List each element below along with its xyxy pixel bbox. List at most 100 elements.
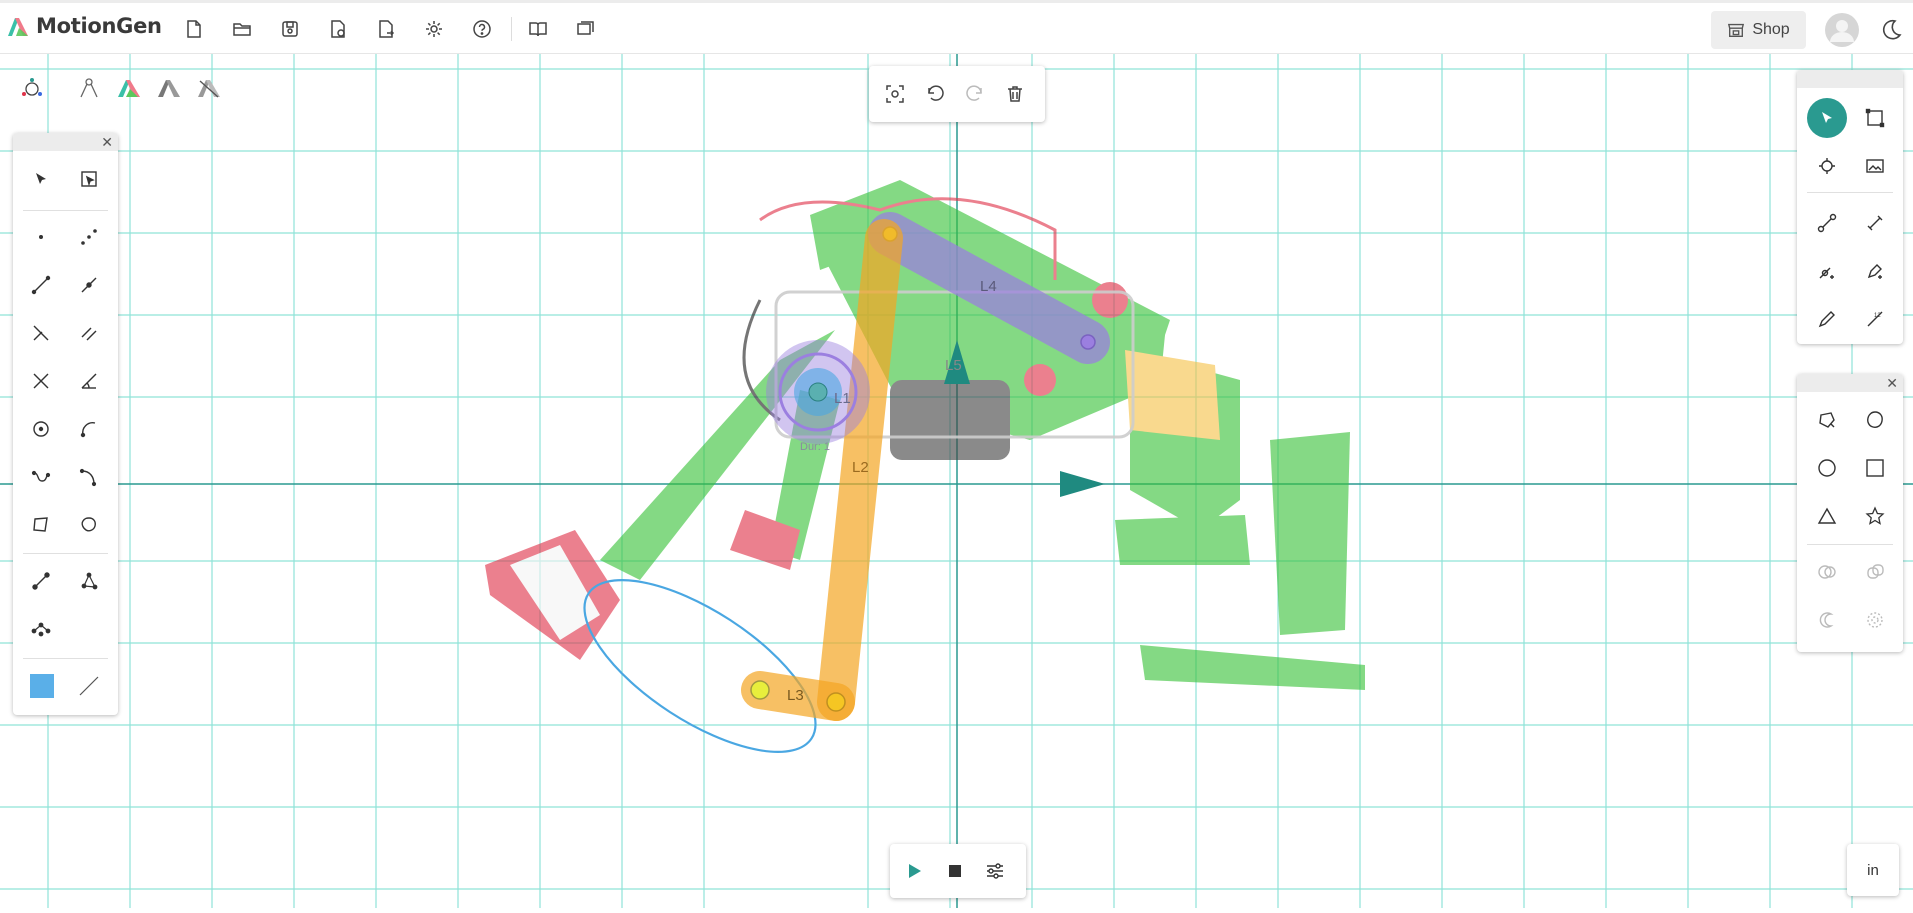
avatar[interactable]: [1824, 12, 1860, 48]
label-l5: L5: [945, 357, 962, 374]
point-icon: [39, 235, 43, 239]
boolean-union-tool[interactable]: [1811, 556, 1843, 588]
perpendicular-tool[interactable]: [25, 317, 57, 349]
settings-button[interactable]: [420, 15, 448, 43]
edit-image-tool[interactable]: [1811, 150, 1843, 182]
animation-settings-button[interactable]: [979, 855, 1011, 887]
curve-tool[interactable]: [25, 461, 57, 493]
boolean-subtract-tool[interactable]: [1859, 556, 1891, 588]
select-box-icon: [1865, 108, 1885, 128]
help-button[interactable]: [468, 15, 496, 43]
polygon-tool[interactable]: [25, 509, 57, 541]
close-icon[interactable]: ✕: [1886, 375, 1898, 391]
add-pen-tool[interactable]: [1859, 255, 1891, 287]
app-logo[interactable]: MotionGen: [6, 14, 162, 38]
panel-header[interactable]: ✕: [1797, 374, 1903, 392]
circle-tool[interactable]: [25, 413, 57, 445]
edit-image-icon: [1819, 158, 1835, 174]
line-through-point-tool[interactable]: [73, 269, 105, 301]
select-tool[interactable]: [25, 163, 57, 195]
undo-button[interactable]: [919, 78, 951, 110]
shop-button[interactable]: Shop: [1711, 11, 1806, 49]
coupler-curve[interactable]: [559, 547, 842, 784]
design-canvas[interactable]: L1 L2 L3 L4 L5 Dur: 1: [0, 54, 1913, 908]
motiongen-logo-icon: [8, 18, 28, 36]
image-layer-icon[interactable]: [156, 77, 182, 99]
open-folder-button[interactable]: [228, 15, 256, 43]
delete-button[interactable]: [999, 78, 1031, 110]
select-box-icon: [81, 171, 97, 187]
app-title: MotionGen: [36, 14, 162, 38]
blob-tool[interactable]: [1859, 404, 1891, 436]
boolean-union-icon: [1818, 565, 1836, 579]
select-tool[interactable]: [1807, 98, 1847, 138]
closed-curve-tool[interactable]: [73, 509, 105, 541]
pen-tool[interactable]: [1811, 303, 1843, 335]
fit-view-button[interactable]: [879, 78, 911, 110]
pentagon-tool[interactable]: [1811, 404, 1843, 436]
canvas-svg[interactable]: [0, 54, 1913, 908]
save-as-button[interactable]: [324, 15, 352, 43]
arc-tool[interactable]: [73, 413, 105, 445]
redo-button[interactable]: [959, 78, 991, 110]
dark-mode-moon-icon[interactable]: [1878, 17, 1904, 43]
settings-icon: [426, 21, 442, 37]
add-joint-tool[interactable]: [1811, 255, 1843, 287]
line-through-point-icon: [81, 277, 97, 293]
select-box-tool[interactable]: [73, 163, 105, 195]
tutorial-book-icon: [529, 22, 547, 37]
line-tool[interactable]: [25, 269, 57, 301]
gallery-button[interactable]: [572, 15, 600, 43]
intersect-tool[interactable]: [25, 365, 57, 397]
panel-header[interactable]: ✕: [13, 133, 118, 151]
linkage-layer-icon[interactable]: [78, 77, 100, 99]
link-dyad-icon: [32, 572, 50, 590]
axes-toggle-icon[interactable]: [20, 76, 44, 100]
close-icon[interactable]: ✕: [101, 134, 113, 150]
axes: [0, 54, 1913, 908]
fill-color-swatch[interactable]: [26, 670, 58, 702]
boolean-intersect-tool[interactable]: [1811, 604, 1843, 636]
hide-layer-icon[interactable]: [196, 77, 222, 99]
fill-color-box: [30, 674, 54, 698]
angle-tool[interactable]: [73, 365, 105, 397]
shape-layer-icon[interactable]: [116, 77, 142, 99]
select-box-tool[interactable]: [1859, 102, 1891, 134]
stop-button[interactable]: [939, 855, 971, 887]
x-axis-arrow[interactable]: [1060, 471, 1105, 497]
select-arrow-icon: [36, 173, 46, 184]
link-triad-tool[interactable]: [73, 565, 105, 597]
stop-icon: [949, 865, 961, 877]
square-shape-tool[interactable]: [1859, 452, 1891, 484]
export-button[interactable]: [372, 15, 400, 43]
multipoint-tool[interactable]: [73, 221, 105, 253]
boolean-subtract-icon: [1867, 564, 1884, 579]
gallery-icon: [577, 21, 594, 35]
insert-image-tool[interactable]: [1859, 150, 1891, 182]
play-button[interactable]: [898, 855, 930, 887]
boolean-exclude-tool[interactable]: [1859, 604, 1891, 636]
link-slider-tool[interactable]: [1859, 207, 1891, 239]
stroke-style-button[interactable]: [73, 670, 105, 702]
measure-tool[interactable]: 12: [1859, 303, 1891, 335]
chain-tool[interactable]: [25, 613, 57, 645]
intersect-icon: [33, 373, 49, 389]
panel-header[interactable]: [1797, 70, 1903, 88]
units-button[interactable]: in: [1847, 844, 1899, 896]
save-button[interactable]: [276, 15, 304, 43]
delete-icon: [1008, 86, 1022, 102]
spline-tool[interactable]: [73, 461, 105, 493]
link-tool[interactable]: [1811, 207, 1843, 239]
tutorial-button[interactable]: [524, 15, 552, 43]
parallel-tool[interactable]: [73, 317, 105, 349]
triangle-shape-tool[interactable]: [1811, 500, 1843, 532]
new-file-button[interactable]: [180, 15, 208, 43]
top-toolbar: MotionGen Shop: [0, 0, 1913, 54]
link-icon: [1817, 213, 1837, 233]
triangle-shape-icon: [1817, 507, 1837, 524]
point-tool[interactable]: [25, 221, 57, 253]
link-dyad-tool[interactable]: [25, 565, 57, 597]
circle-shape-tool[interactable]: [1811, 452, 1843, 484]
link-l1[interactable]: [766, 340, 870, 444]
star-shape-tool[interactable]: [1859, 500, 1891, 532]
